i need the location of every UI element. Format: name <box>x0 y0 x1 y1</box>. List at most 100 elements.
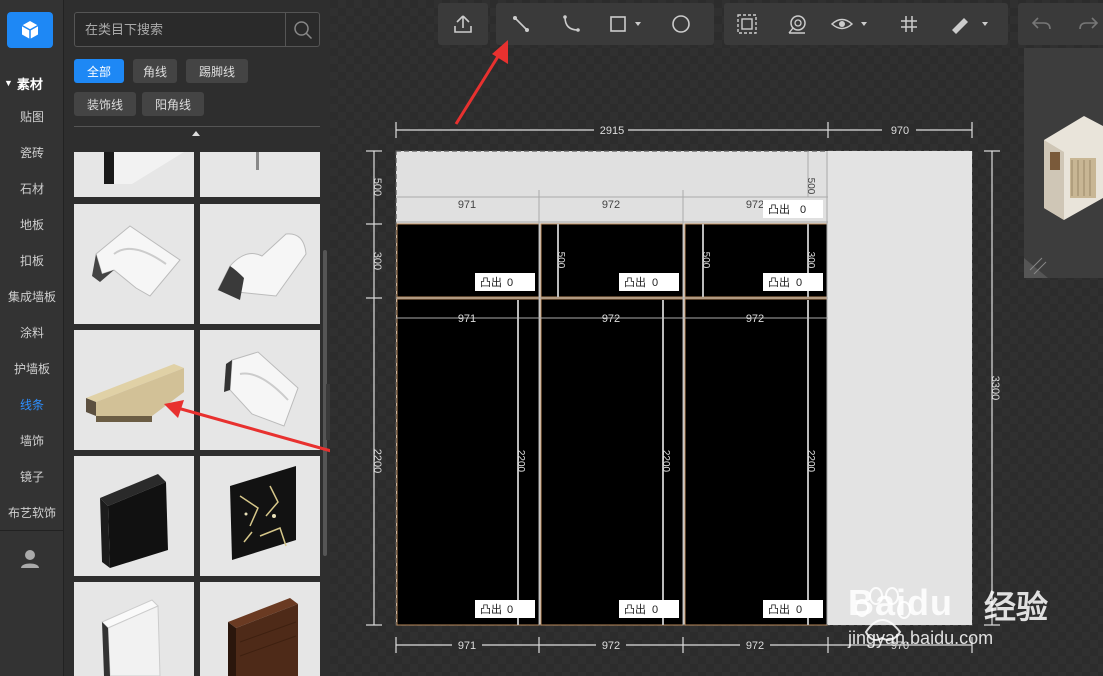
grid-icon[interactable] <box>892 3 926 45</box>
watermark-brand-cn: 经验 <box>984 589 1049 625</box>
category-rail: ▼ 素材 贴图 瓷砖 石材 地板 扣板 集成墙板 涂料 护墙板 线条 墙饰 镜子 布艺软饰 <box>0 0 64 676</box>
dim-right-total: 3300 <box>989 376 1001 400</box>
sidebar-item[interactable]: 镜子 <box>0 458 64 494</box>
category-header-label: 素材 <box>16 76 43 92</box>
dim-top-total: 2915 <box>600 125 624 137</box>
protrusion-tag[interactable]: 凸出 0 <box>763 273 823 291</box>
dim-inner-500: 500 <box>805 178 816 195</box>
dim-row2-col2: 972 <box>602 313 620 325</box>
undo-icon[interactable] <box>1024 3 1058 45</box>
rectangle-tool-icon[interactable] <box>604 3 648 45</box>
round-molding-white-thumb <box>217 233 307 300</box>
search-input[interactable] <box>75 13 285 46</box>
eye-icon[interactable] <box>828 3 872 45</box>
wood-baseboard-thumb <box>228 598 298 676</box>
material-tile[interactable] <box>74 152 194 197</box>
search-box <box>74 12 320 47</box>
dim-row1-col2: 972 <box>602 199 620 211</box>
3d-preview[interactable] <box>1024 48 1103 278</box>
category-header[interactable]: ▼ 素材 <box>0 73 64 93</box>
material-tile[interactable] <box>200 152 320 197</box>
cube-logo-icon[interactable] <box>7 12 53 48</box>
drawer-modules <box>396 223 828 626</box>
dim-inner-2200-col3: 2200 <box>805 450 816 473</box>
protrusion-tag[interactable]: 凸出 0 <box>619 273 679 291</box>
tag-value: 0 <box>800 204 806 216</box>
paint-icon[interactable] <box>946 3 994 45</box>
dim-inner-500-col1: 500 <box>555 252 566 269</box>
dim-top-right: 970 <box>891 125 909 137</box>
sidebar-item[interactable]: 石材 <box>0 170 64 206</box>
material-tile[interactable] <box>74 582 194 676</box>
partial-molding-top-left-thumb <box>104 152 184 184</box>
material-tile[interactable] <box>200 456 320 576</box>
sidebar-item[interactable]: 涂料 <box>0 314 64 350</box>
sidebar-item[interactable]: 贴图 <box>0 98 64 134</box>
select-area-icon[interactable] <box>730 3 764 45</box>
arc-tool-icon[interactable] <box>554 3 588 45</box>
dim-left-bottom: 2200 <box>371 449 383 473</box>
filter-chip-corner[interactable]: 角线 <box>133 59 177 83</box>
protrusion-tag[interactable]: 凸出 0 <box>763 600 823 618</box>
tag-value: 0 <box>652 277 658 289</box>
material-tile[interactable] <box>200 204 320 324</box>
tag-label: 凸出 <box>624 602 646 616</box>
dim-row1-col1: 971 <box>458 199 476 211</box>
black-marble-baseboard-thumb <box>230 466 296 560</box>
material-panel: 全部 角线 踢脚线 装饰线 阳角线 <box>64 0 350 676</box>
crown-molding-white-thumb <box>92 225 181 297</box>
filter-chip-outer-corner[interactable]: 阳角线 <box>142 92 204 116</box>
annotation-arrow-panel <box>164 400 350 458</box>
scroll-up-icon[interactable] <box>192 131 200 136</box>
tag-value: 0 <box>796 277 802 289</box>
dim-bottom-col3: 972 <box>746 640 764 652</box>
sidebar-item[interactable]: 布艺软饰 <box>0 494 64 530</box>
dim-left-top: 500 <box>371 178 383 196</box>
protrusion-tag[interactable]: 凸出 0 <box>763 200 823 218</box>
side-panel[interactable] <box>828 151 972 625</box>
material-tile[interactable] <box>74 204 194 324</box>
sidebar-item[interactable]: 集成墙板 <box>0 278 64 314</box>
dim-bottom-col1: 971 <box>458 640 476 652</box>
sidebar-item[interactable]: 护墙板 <box>0 350 64 386</box>
redo-icon[interactable] <box>1072 3 1103 45</box>
toolbar-group-history <box>1018 3 1103 45</box>
dim-inner-300: 300 <box>805 252 816 269</box>
dim-row1-col3: 972 <box>746 199 764 211</box>
material-tile[interactable] <box>200 582 320 676</box>
tag-value: 0 <box>652 604 658 616</box>
dim-inner-2200-col1: 2200 <box>515 450 526 473</box>
tag-label: 凸出 <box>480 602 502 616</box>
tag-label: 凸出 <box>768 202 790 216</box>
watermark-brand: Baidu <box>848 582 954 623</box>
dim-bottom-col2: 972 <box>602 640 620 652</box>
tag-value: 0 <box>796 604 802 616</box>
dim-row2-col1: 971 <box>458 313 476 325</box>
user-icon[interactable] <box>18 547 42 571</box>
filter-chip-decorative[interactable]: 装饰线 <box>74 92 136 116</box>
circle-tool-icon[interactable] <box>664 3 698 45</box>
sidebar-item[interactable]: 线条 <box>0 386 64 422</box>
dim-inner-500-col2: 500 <box>700 252 711 269</box>
filter-chip-all[interactable]: 全部 <box>74 59 124 83</box>
tag-label: 凸出 <box>768 275 790 289</box>
tag-label: 凸出 <box>624 275 646 289</box>
sidebar-item[interactable]: 瓷砖 <box>0 134 64 170</box>
sidebar-item[interactable]: 墙饰 <box>0 422 64 458</box>
tag-label: 凸出 <box>768 602 790 616</box>
material-tile[interactable] <box>74 456 194 576</box>
protrusion-tag[interactable]: 凸出 0 <box>475 273 535 291</box>
app-window: ▼ 素材 贴图瓷砖石材地板扣板集成墙板涂料护墙板线条墙饰镜子布艺软饰 全部 角线… <box>0 0 1103 676</box>
tag-label: 凸出 <box>480 275 502 289</box>
protrusion-tag[interactable]: 凸出 0 <box>475 600 535 618</box>
partial-molding-top-right-thumb <box>256 152 259 170</box>
filter-chip-baseboard[interactable]: 踢脚线 <box>186 59 248 83</box>
tag-value: 0 <box>507 277 513 289</box>
sidebar-item[interactable]: 地板 <box>0 206 64 242</box>
protrusion-tag[interactable]: 凸出 0 <box>619 600 679 618</box>
filter-divider <box>74 126 320 127</box>
dim-row2-col3: 972 <box>746 313 764 325</box>
search-icon[interactable] <box>285 13 319 46</box>
sidebar-item[interactable]: 扣板 <box>0 242 64 278</box>
search-area-icon[interactable] <box>780 3 814 45</box>
